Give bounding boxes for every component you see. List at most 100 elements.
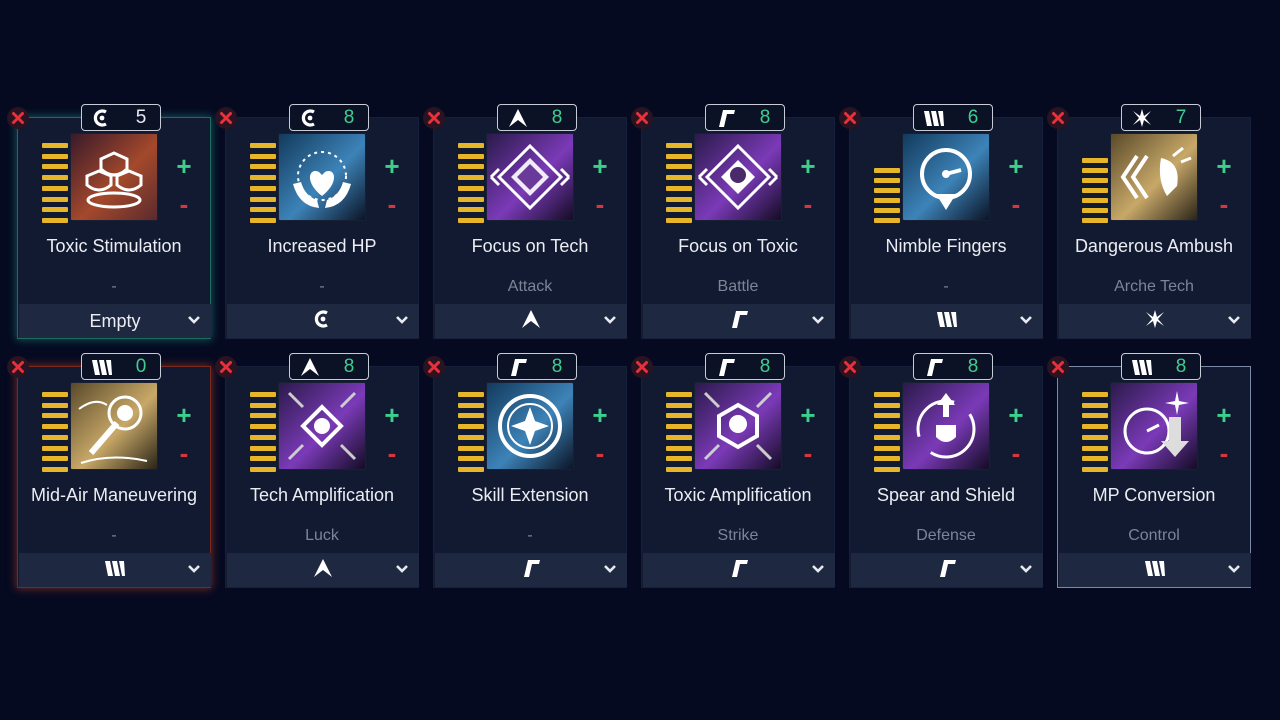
increase-button[interactable]: + <box>380 400 404 430</box>
remove-icon[interactable] <box>7 356 29 378</box>
level-bars <box>874 392 900 472</box>
increase-button[interactable]: + <box>1004 151 1028 181</box>
mod-card[interactable]: 8 + - MP Conversion Control <box>1047 353 1251 588</box>
level-bar <box>250 217 276 223</box>
decrease-button[interactable]: - <box>1004 189 1028 219</box>
decrease-button[interactable]: - <box>796 438 820 468</box>
polarity-dropdown[interactable] <box>19 553 211 587</box>
decrease-button[interactable]: - <box>1212 189 1236 219</box>
polarity-dropdown[interactable] <box>227 553 419 587</box>
increase-button[interactable]: + <box>796 400 820 430</box>
mod-card[interactable]: 8 + - Skill Extension - <box>423 353 627 588</box>
mod-card[interactable]: 8 + - Tech Amplification Luck <box>215 353 419 588</box>
remove-icon[interactable] <box>423 107 445 129</box>
polarity-dropdown[interactable]: Empty <box>19 304 211 338</box>
shield-arrow-icon <box>902 382 990 470</box>
dropdown-value <box>936 309 958 334</box>
polarity-dropdown[interactable] <box>851 553 1043 587</box>
dropdown-value <box>312 558 334 583</box>
polarity-dropdown[interactable] <box>227 304 419 338</box>
mod-card[interactable]: 8 + - Focus on Toxic Battle <box>631 104 835 339</box>
mod-card[interactable]: 8 + - Toxic Amplification Strike <box>631 353 835 588</box>
level-bar <box>666 153 692 159</box>
mod-card[interactable]: 7 + - Dangerous Ambush Arche Tech <box>1047 104 1251 339</box>
decrease-button[interactable]: - <box>380 189 404 219</box>
decrease-button[interactable]: - <box>796 189 820 219</box>
polarity-dropdown[interactable] <box>1059 304 1251 338</box>
remove-icon[interactable] <box>1047 356 1069 378</box>
remove-icon[interactable] <box>423 356 445 378</box>
decrease-button[interactable]: - <box>588 438 612 468</box>
level-bar <box>250 207 276 213</box>
polarity-dropdown[interactable] <box>851 304 1043 338</box>
dropdown-value <box>936 558 958 583</box>
increase-button[interactable]: + <box>172 151 196 181</box>
polarity-dropdown[interactable] <box>643 553 835 587</box>
decrease-button[interactable]: - <box>588 189 612 219</box>
level-bar <box>874 168 900 173</box>
remove-icon[interactable] <box>1047 107 1069 129</box>
increase-button[interactable]: + <box>588 151 612 181</box>
r-icon <box>706 105 746 130</box>
level-bar <box>1082 168 1108 173</box>
mod-name: Toxic Stimulation <box>46 236 182 256</box>
polarity-dropdown[interactable] <box>1059 553 1251 587</box>
decrease-button[interactable]: - <box>172 438 196 468</box>
mod-card[interactable]: 5 + - Toxic Stimulation - Empty <box>7 104 211 339</box>
remove-icon[interactable] <box>839 107 861 129</box>
level-bar <box>42 456 68 462</box>
level-bar <box>250 164 276 170</box>
chevron-down-icon <box>1227 562 1241 576</box>
mod-name: Focus on Toxic <box>678 236 798 256</box>
increase-button[interactable]: + <box>1004 400 1028 430</box>
level-bar <box>874 178 900 183</box>
a-icon <box>312 558 334 583</box>
increase-button[interactable]: + <box>796 151 820 181</box>
level-bar <box>666 413 692 419</box>
decrease-button[interactable]: - <box>380 438 404 468</box>
increase-button[interactable]: + <box>1212 400 1236 430</box>
remove-icon[interactable] <box>631 356 653 378</box>
increase-button[interactable]: + <box>588 400 612 430</box>
increase-button[interactable]: + <box>380 151 404 181</box>
mod-card[interactable]: 6 + - Nimble Fingers - <box>839 104 1043 339</box>
decrease-button[interactable]: - <box>1212 438 1236 468</box>
x-icon <box>1144 309 1166 334</box>
mod-card[interactable]: 8 + - Spear and Shield Defense <box>839 353 1043 588</box>
increase-button[interactable]: + <box>172 400 196 430</box>
mod-card[interactable]: 8 + - Focus on Tech Attack <box>423 104 627 339</box>
level-bar <box>1082 456 1108 462</box>
mod-category: - <box>319 278 325 295</box>
level-bar <box>250 392 276 397</box>
polarity-dropdown[interactable] <box>435 553 627 587</box>
mod-category: - <box>527 527 533 544</box>
decrease-button[interactable]: - <box>172 189 196 219</box>
level-bar <box>42 196 68 202</box>
dropdown-value <box>520 309 542 334</box>
level-bar <box>250 434 276 440</box>
mod-card[interactable]: 8 + - Increased HP - <box>215 104 419 339</box>
increase-button[interactable]: + <box>1212 151 1236 181</box>
remove-icon[interactable] <box>7 107 29 129</box>
level-bar <box>1082 424 1108 430</box>
level-bar <box>42 466 68 472</box>
level-bar <box>42 153 68 159</box>
level-bar <box>458 445 484 451</box>
remove-icon[interactable] <box>215 356 237 378</box>
r-icon <box>728 309 750 334</box>
mod-card[interactable]: 0 + - Mid-Air Maneuvering - <box>7 353 211 588</box>
cost-value: 7 <box>1175 106 1187 128</box>
dropdown-value <box>312 309 334 334</box>
decrease-button[interactable]: - <box>1004 438 1028 468</box>
level-bar <box>250 402 276 408</box>
remove-icon[interactable] <box>215 107 237 129</box>
polarity-dropdown[interactable] <box>435 304 627 338</box>
mod-category: - <box>943 278 949 295</box>
level-bar <box>666 424 692 430</box>
remove-icon[interactable] <box>839 356 861 378</box>
remove-icon[interactable] <box>631 107 653 129</box>
polarity-dropdown[interactable] <box>643 304 835 338</box>
level-bar <box>874 402 900 408</box>
cost-badge: 5 <box>81 104 161 131</box>
cost-badge: 6 <box>913 104 993 131</box>
